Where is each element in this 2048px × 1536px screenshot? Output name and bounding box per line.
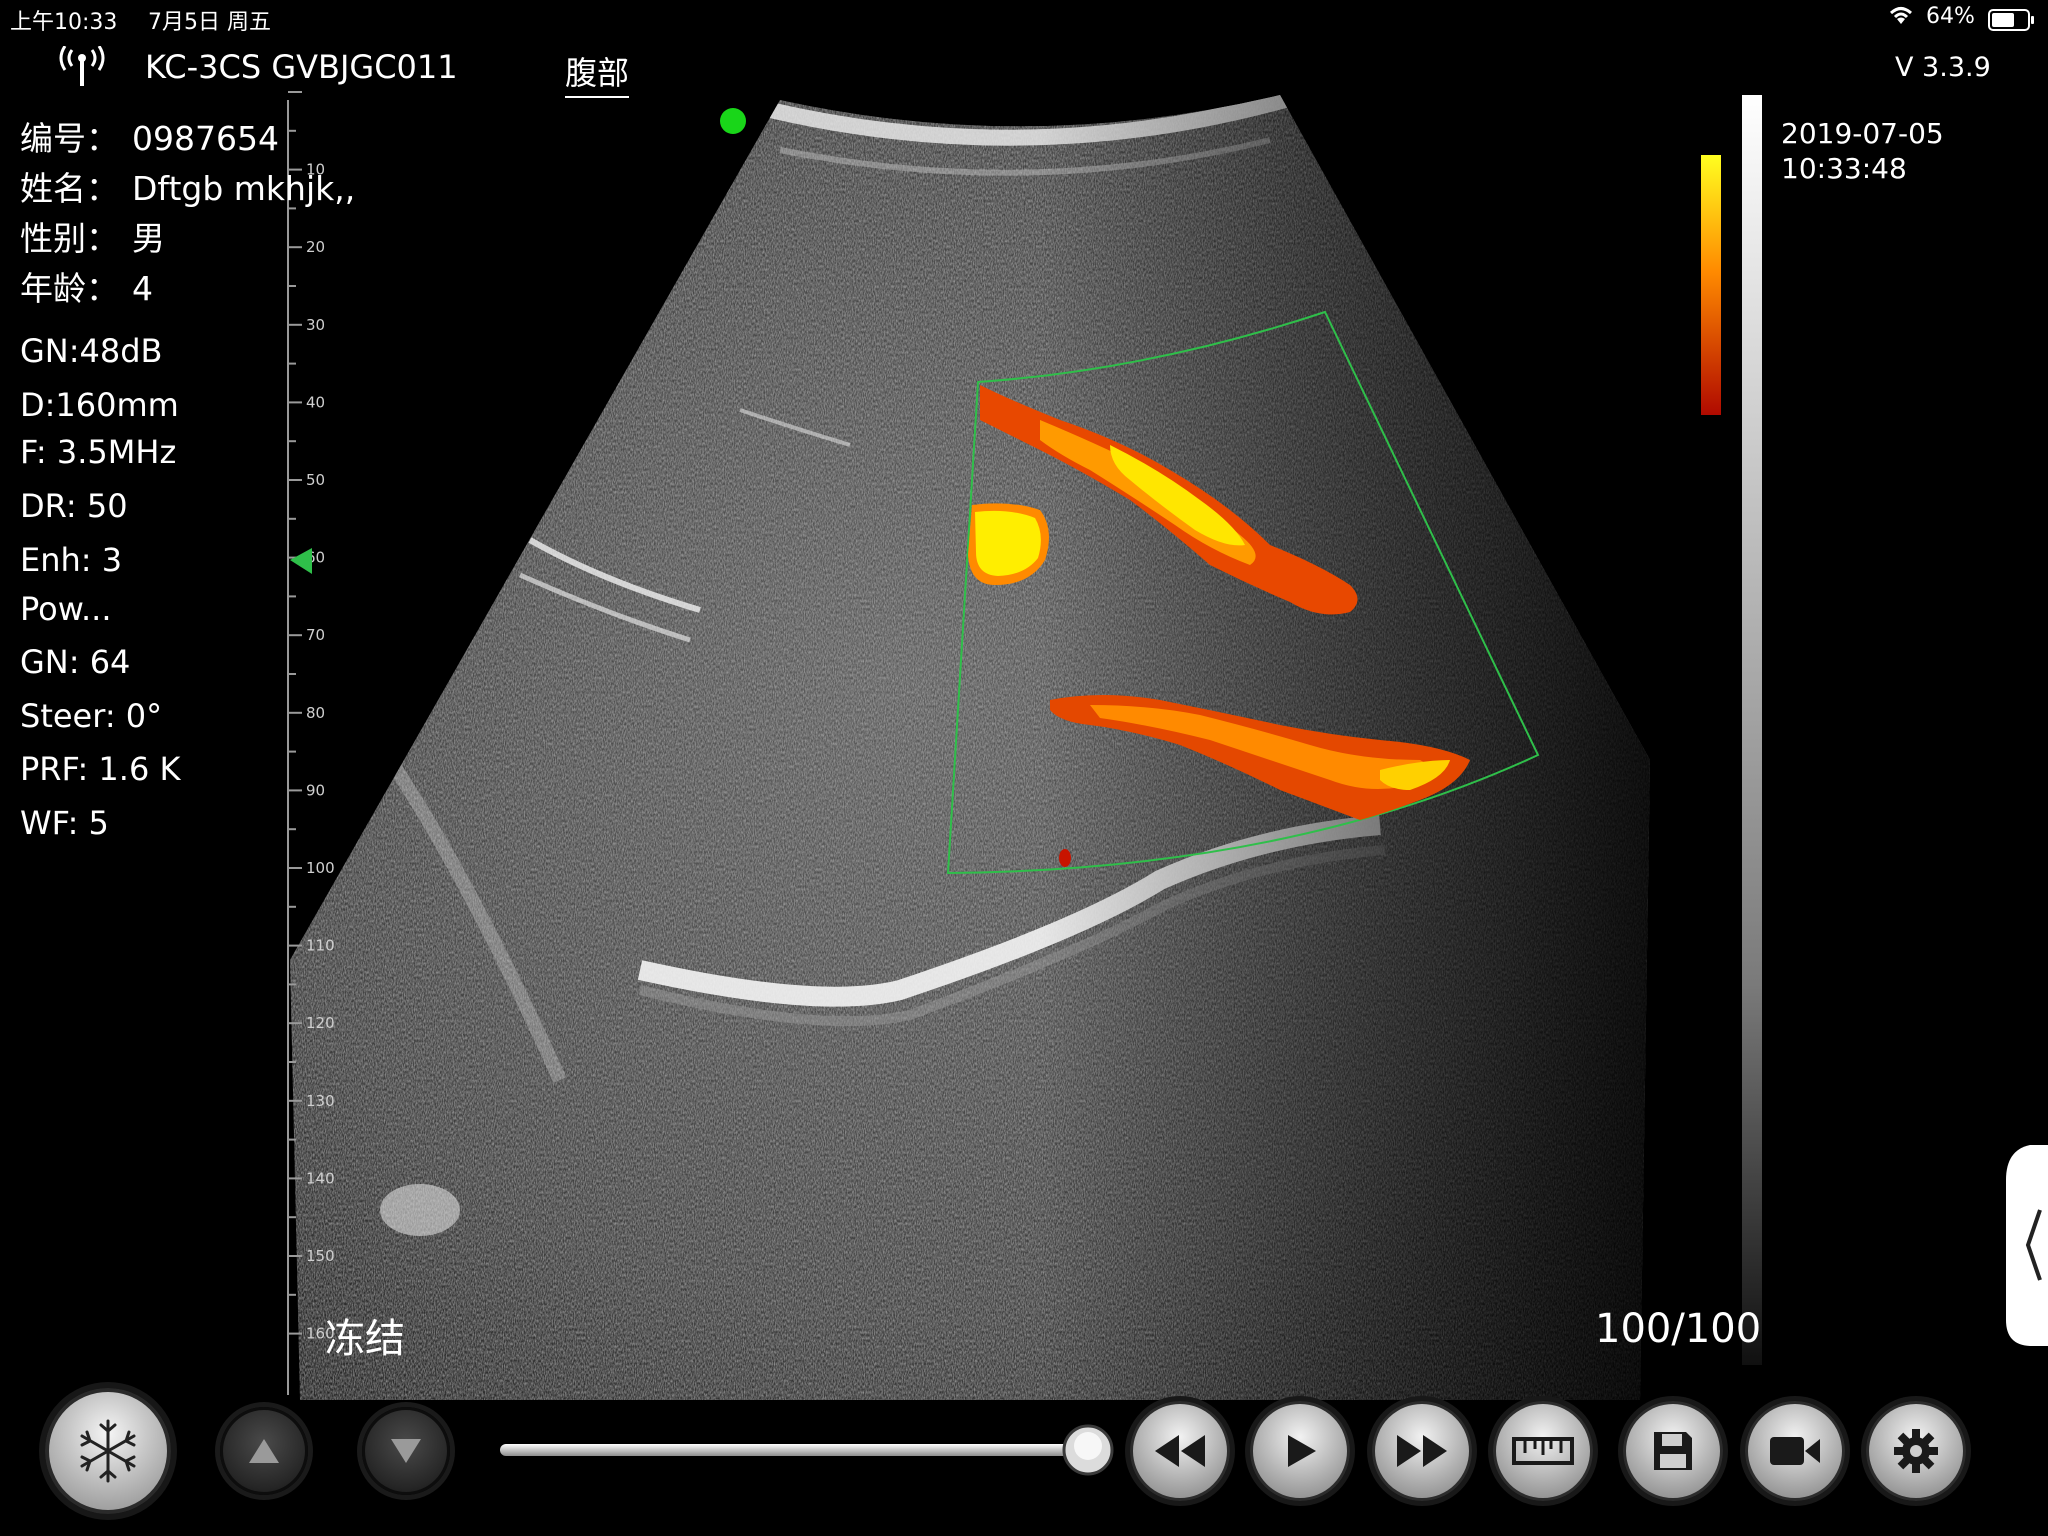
floppy-disk-icon [1654, 1432, 1692, 1470]
patient-name-row: 姓名： Dftgb mkhjk,, [20, 169, 356, 208]
patient-age-row: 年龄： 4 [20, 269, 153, 308]
battery-percent: 64% [1926, 4, 1975, 29]
device-name: KC-3CS GVBJGC011 [145, 48, 458, 86]
patient-id-row: 编号： 0987654 [20, 119, 279, 158]
rewind-button[interactable] [1130, 1401, 1230, 1501]
ruler-label: 40 [306, 393, 325, 411]
next-image-button[interactable] [362, 1407, 450, 1495]
patient-sex: 男 [132, 219, 165, 258]
record-button[interactable] [1745, 1401, 1845, 1501]
param-wall-filter: WF: 5 [20, 804, 109, 842]
gear-icon [1894, 1429, 1938, 1473]
cine-slider[interactable] [500, 1424, 1114, 1476]
save-button[interactable] [1623, 1401, 1723, 1501]
doppler-color-scale [1701, 155, 1721, 415]
wifi-icon [1886, 4, 1916, 32]
focus-marker-icon [290, 548, 312, 574]
param-mode: Pow... [20, 590, 112, 628]
exam-date: 2019-07-05 [1781, 117, 1944, 150]
grayscale-bar [1742, 95, 1762, 1365]
tab-preset-abdomen[interactable]: 腹部 [565, 48, 630, 98]
ruler-icon [1512, 1437, 1574, 1465]
ruler-label: 90 [306, 781, 325, 799]
patient-age: 4 [132, 269, 153, 308]
video-camera-icon [1770, 1437, 1820, 1465]
fast-forward-button[interactable] [1372, 1401, 1472, 1501]
prev-image-button[interactable] [220, 1407, 308, 1495]
signal-antenna-icon [58, 45, 106, 92]
frame-counter: 100/100 [1595, 1306, 1762, 1352]
freeze-status-label: 冻结 [325, 1316, 405, 1362]
status-date: 7月5日 周五 [148, 10, 271, 35]
param-dynamic-range: DR: 50 [20, 487, 128, 525]
ruler-label: 70 [306, 626, 325, 644]
measure-button[interactable] [1493, 1401, 1593, 1501]
ruler-label: 50 [306, 471, 325, 489]
patient-sex-row: 性别：男 [20, 219, 165, 258]
param-steer: Steer: 0° [20, 697, 163, 735]
patient-id: 0987654 [132, 119, 279, 158]
ruler-label: 140 [306, 1169, 335, 1187]
app-version: V 3.3.9 [1895, 52, 1991, 83]
battery-icon [1988, 9, 2034, 31]
status-time: 上午10:33 [10, 10, 118, 35]
ruler-label: 110 [306, 937, 335, 955]
ruler-label: 30 [306, 316, 325, 334]
ruler-label: 80 [306, 704, 325, 722]
triangle-up-icon [249, 1439, 279, 1463]
param-gain: GN:48dB [20, 332, 163, 370]
settings-button[interactable] [1866, 1401, 1966, 1501]
param-depth: D:160mm [20, 386, 179, 424]
patient-name: Dftgb mkhjk,, [132, 169, 356, 208]
snowflake-icon [80, 1419, 136, 1483]
param-color-gain: GN: 64 [20, 643, 131, 681]
ruler-label: 120 [306, 1014, 335, 1032]
ruler-label: 100 [306, 859, 335, 877]
rewind-icon [1155, 1435, 1205, 1467]
ruler-label: 20 [306, 238, 325, 256]
param-enhancement: Enh: 3 [20, 541, 123, 579]
probe-active-indicator [720, 108, 746, 134]
fast-forward-icon [1397, 1435, 1447, 1467]
param-frequency: F: 3.5MHz [20, 433, 177, 471]
exam-time: 10:33:48 [1781, 152, 1907, 185]
ultrasound-sector [290, 95, 1650, 1400]
freeze-button[interactable] [45, 1388, 171, 1514]
play-icon [1288, 1435, 1316, 1467]
ruler-label: 150 [306, 1247, 335, 1265]
param-prf: PRF: 1.6 K [20, 750, 181, 788]
play-button[interactable] [1250, 1401, 1350, 1501]
ruler-label: 130 [306, 1092, 335, 1110]
triangle-down-icon [391, 1439, 421, 1463]
